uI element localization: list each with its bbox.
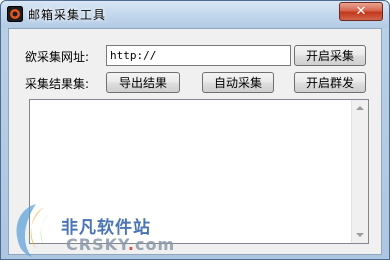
url-label: 欲采集网址: <box>25 50 90 64</box>
watermark-logo: 非凡软件站 CRSKY.com <box>6 199 176 259</box>
app-icon <box>7 6 23 22</box>
auto-collect-button[interactable]: 自动采集 <box>202 72 274 93</box>
watermark-en-text: CRSKY.com <box>66 235 176 254</box>
start-mass-send-button[interactable]: 开启群发 <box>294 72 366 93</box>
close-icon: ✕ <box>355 4 367 19</box>
close-button[interactable]: ✕ <box>339 2 383 21</box>
export-results-button[interactable]: 导出结果 <box>106 72 180 93</box>
window-title: 邮箱采集工具 <box>28 8 107 22</box>
scroll-up-icon[interactable] <box>356 106 364 110</box>
watermark-swoosh-icon <box>16 204 50 257</box>
vertical-scrollbar[interactable] <box>351 100 368 243</box>
start-collect-button[interactable]: 开启采集 <box>294 45 366 66</box>
url-input[interactable]: http:// <box>106 45 291 66</box>
title-bar[interactable]: 邮箱采集工具 ✕ <box>1 1 389 28</box>
result-label: 采集结果集: <box>25 77 90 91</box>
app-window: 邮箱采集工具 ✕ 欲采集网址: http:// 开启采集 采集结果集: 导出结果… <box>0 0 390 260</box>
scroll-down-icon[interactable] <box>356 233 364 237</box>
